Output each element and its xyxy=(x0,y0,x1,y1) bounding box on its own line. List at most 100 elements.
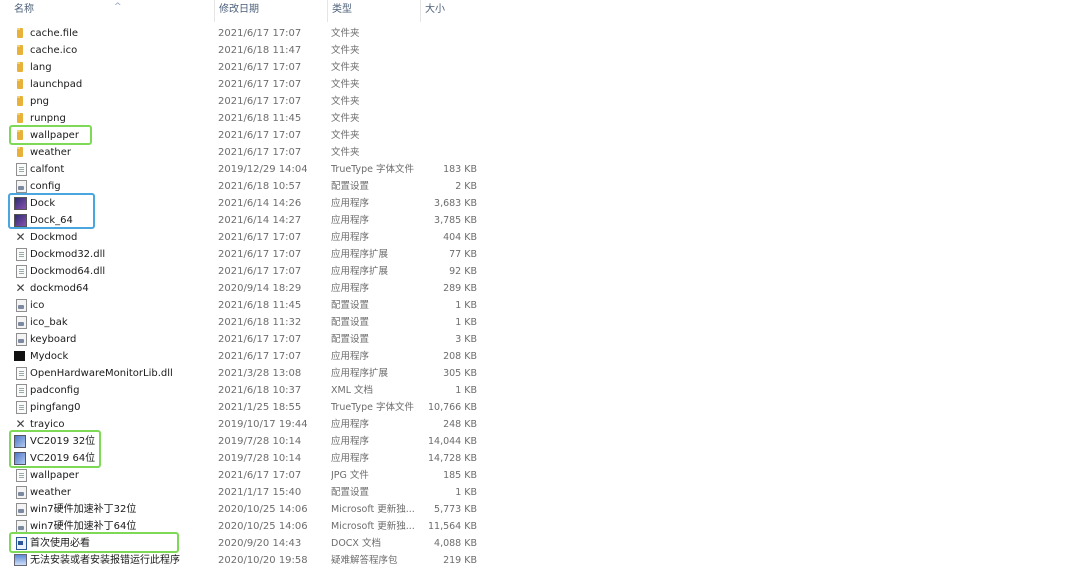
file-row[interactable]: pingfang0 2021/1/25 18:55 TrueType 字体文件 10,… xyxy=(0,399,480,416)
file-modified-date: 2021/6/14 14:27 xyxy=(218,215,302,226)
file-name: win7硬件加速补丁32位 xyxy=(30,504,137,515)
column-header-row: 名称 ^ 修改日期 类型 大小 xyxy=(0,0,1080,22)
file-modified-date: 2021/3/28 13:08 xyxy=(218,368,302,379)
file-row[interactable]: OpenHardwareMonitorLib.dll 2021/3/28 13:0… xyxy=(0,365,480,382)
file-size: 305 KB xyxy=(443,368,477,379)
file-modified-date: 2021/6/17 17:07 xyxy=(218,79,302,90)
file-modified-date: 2021/6/17 17:07 xyxy=(218,147,302,158)
file-name: 无法安装或者安装报错运行此程序 xyxy=(30,555,180,566)
file-row[interactable]: ico 2021/6/18 11:45 配置设置 1 KB xyxy=(0,297,480,314)
config-file-icon xyxy=(16,333,27,346)
file-row[interactable]: launchpad 2021/6/17 17:07 文件夹 xyxy=(0,76,480,93)
file-size xyxy=(400,76,477,93)
file-name: ico xyxy=(30,300,45,311)
file-row[interactable]: ✕ dockmod64 2020/9/14 18:29 应用程序 289 KB xyxy=(0,280,480,297)
file-name: wallpaper xyxy=(30,470,79,481)
file-name: Dockmod xyxy=(30,232,78,243)
file-size xyxy=(400,42,477,59)
highlight-box-wallpaper xyxy=(9,125,92,145)
file-name: Dockmod32.dll xyxy=(30,249,106,260)
file-name: cache.ico xyxy=(30,45,78,56)
file-row[interactable]: weather 2021/1/17 15:40 配置设置 1 KB xyxy=(0,484,480,501)
font-file-icon xyxy=(16,163,27,176)
file-name: Mydock xyxy=(30,351,69,362)
file-modified-date: 2021/6/17 17:07 xyxy=(218,28,302,39)
file-row[interactable]: win7硬件加速补丁32位 2020/10/25 14:06 Microsoft 更… xyxy=(0,501,480,518)
column-header-name-label: 名称 xyxy=(14,4,34,15)
column-header-size[interactable]: 大小 xyxy=(420,0,483,22)
file-row[interactable]: Dockmod64.dll 2021/6/17 17:07 应用程序扩展 92 KB xyxy=(0,263,480,280)
file-size: 10,766 KB xyxy=(427,402,477,413)
folder-icon xyxy=(14,61,27,74)
file-row[interactable]: calfont 2019/12/29 14:04 TrueType 字体文件 183 … xyxy=(0,161,480,178)
file-row[interactable]: cache.ico 2021/6/18 11:47 文件夹 xyxy=(0,42,480,59)
file-size: 404 KB xyxy=(443,232,477,243)
file-size: 1 KB xyxy=(455,300,477,311)
file-size xyxy=(400,110,477,127)
file-row[interactable]: wallpaper 2021/6/17 17:07 JPG 文件 185 KB xyxy=(0,467,480,484)
file-row[interactable]: png 2021/6/17 17:07 文件夹 xyxy=(0,93,480,110)
file-size xyxy=(400,93,477,110)
file-modified-date: 2020/10/20 19:58 xyxy=(218,555,308,566)
config-file-icon xyxy=(16,180,27,193)
file-name: cache.file xyxy=(30,28,79,39)
file-modified-date: 2021/6/18 10:37 xyxy=(218,385,302,396)
file-modified-date: 2021/6/17 17:07 xyxy=(218,96,302,107)
file-size: 183 KB xyxy=(443,164,477,175)
file-size: 11,564 KB xyxy=(427,521,477,532)
file-row[interactable]: ico_bak 2021/6/18 11:32 配置设置 1 KB xyxy=(0,314,480,331)
config-file-icon xyxy=(16,486,27,499)
file-name: dockmod64 xyxy=(30,283,89,294)
file-modified-date: 2021/1/17 15:40 xyxy=(218,487,302,498)
column-header-name[interactable]: 名称 ^ xyxy=(10,0,215,22)
dll-file-icon xyxy=(16,265,27,278)
file-size: 14,728 KB xyxy=(427,453,477,464)
file-name: Dockmod64.dll xyxy=(30,266,106,277)
file-row[interactable]: Dockmod32.dll 2021/6/17 17:07 应用程序扩展 77 KB xyxy=(0,246,480,263)
font-file-icon xyxy=(16,401,27,414)
file-modified-date: 2021/6/18 11:47 xyxy=(218,45,302,56)
folder-icon xyxy=(14,78,27,91)
config-file-icon xyxy=(16,316,27,329)
folder-icon xyxy=(14,44,27,57)
file-modified-date: 2021/6/17 17:07 xyxy=(218,62,302,73)
file-modified-date: 2021/6/18 11:32 xyxy=(218,317,302,328)
dll-file-icon xyxy=(16,248,27,261)
file-modified-date: 2019/7/28 10:14 xyxy=(218,453,302,464)
folder-icon xyxy=(14,95,27,108)
file-row[interactable]: 无法安装或者安装报错运行此程序 2020/10/20 19:58 疑难解答程序包 21… xyxy=(0,552,480,569)
file-row[interactable]: Mydock 2021/6/17 17:07 应用程序 208 KB xyxy=(0,348,480,365)
file-name: weather xyxy=(30,147,71,158)
file-size: 1 KB xyxy=(455,487,477,498)
file-name: ico_bak xyxy=(30,317,68,328)
file-modified-date: 2020/9/20 14:43 xyxy=(218,538,302,549)
file-name: calfont xyxy=(30,164,65,175)
file-row[interactable]: keyboard 2021/6/17 17:07 配置设置 3 KB xyxy=(0,331,480,348)
file-name: weather xyxy=(30,487,71,498)
file-modified-date: 2021/6/17 17:07 xyxy=(218,266,302,277)
file-size: 3,683 KB xyxy=(434,198,477,209)
file-modified-date: 2021/6/14 14:26 xyxy=(218,198,302,209)
column-header-date[interactable]: 修改日期 xyxy=(214,0,326,22)
xml-file-icon xyxy=(16,384,27,397)
file-row[interactable]: cache.file 2021/6/17 17:07 文件夹 xyxy=(0,25,480,42)
file-name: padconfig xyxy=(30,385,80,396)
folder-icon xyxy=(14,146,27,159)
file-size: 4,088 KB xyxy=(434,538,477,549)
file-row[interactable]: ✕ Dockmod 2021/6/17 17:07 应用程序 404 KB xyxy=(0,229,480,246)
file-row[interactable]: weather 2021/6/17 17:07 文件夹 xyxy=(0,144,480,161)
file-modified-date: 2021/6/17 17:07 xyxy=(218,249,302,260)
file-size: 1 KB xyxy=(455,385,477,396)
file-row[interactable]: lang 2021/6/17 17:07 文件夹 xyxy=(0,59,480,76)
file-size: 77 KB xyxy=(449,249,477,260)
file-modified-date: 2020/10/25 14:06 xyxy=(218,504,308,515)
column-header-type[interactable]: 类型 xyxy=(327,0,420,22)
file-modified-date: 2021/6/18 11:45 xyxy=(218,113,302,124)
black-app-icon xyxy=(14,351,25,361)
image-file-icon xyxy=(16,469,27,482)
file-row[interactable]: padconfig 2021/6/18 10:37 XML 文档 1 KB xyxy=(0,382,480,399)
update-package-icon xyxy=(16,503,27,516)
file-size: 2 KB xyxy=(455,181,477,192)
file-modified-date: 2019/7/28 10:14 xyxy=(218,436,302,447)
dll-file-icon xyxy=(16,367,27,380)
